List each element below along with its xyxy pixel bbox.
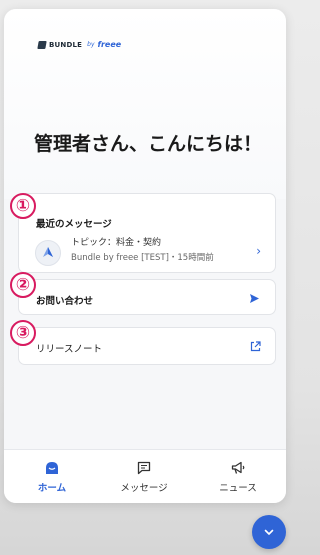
tab-bar: ホーム メッセージ ニュース bbox=[4, 449, 286, 503]
recent-messages-card: 最近のメッセージ トピック：料金・契約 Bundle by freee [TES… bbox=[18, 193, 276, 273]
bundle-logo-mark bbox=[37, 40, 47, 49]
logo-freee-text: freee bbox=[97, 40, 122, 49]
send-icon bbox=[250, 294, 259, 303]
marker-2: ② bbox=[10, 272, 36, 298]
megaphone-icon bbox=[231, 461, 244, 474]
message-meta: Bundle by freee [TEST]・15時間前 bbox=[71, 253, 214, 263]
release-notes-label: リリースノート bbox=[36, 344, 103, 355]
recent-messages-title: 最近のメッセージ bbox=[36, 219, 112, 230]
contact-label: お問い合わせ bbox=[36, 296, 94, 307]
logo-bundle-text: BUNDLE bbox=[49, 40, 83, 49]
tab-news[interactable]: ニュース bbox=[198, 450, 278, 503]
message-icon bbox=[137, 461, 151, 474]
chevron-right-icon: › bbox=[256, 244, 261, 258]
message-topic: トピック：料金・契約 bbox=[71, 238, 162, 248]
home-icon bbox=[46, 461, 58, 474]
marker-1: ① bbox=[10, 193, 36, 219]
tab-home-label: ホーム bbox=[37, 482, 67, 494]
contact-button[interactable]: お問い合わせ bbox=[18, 279, 276, 315]
close-messenger-button[interactable] bbox=[252, 515, 286, 549]
logo-by-text: by bbox=[87, 41, 95, 48]
bundle-logo: BUNDLE by freee bbox=[37, 40, 122, 49]
marker-3: ③ bbox=[10, 320, 36, 346]
tab-messages-label: メッセージ bbox=[120, 482, 168, 494]
header: BUNDLE by freee 管理者さん、こんにちは！ bbox=[4, 9, 286, 199]
greeting-title: 管理者さん、こんにちは！ bbox=[34, 133, 263, 155]
tab-messages[interactable]: メッセージ bbox=[104, 450, 184, 503]
chevron-down-icon bbox=[264, 529, 274, 535]
messenger-panel: BUNDLE by freee 管理者さん、こんにちは！ 最近のメッセージ トピ… bbox=[4, 9, 286, 503]
tab-home[interactable]: ホーム bbox=[12, 450, 92, 503]
tab-news-label: ニュース bbox=[219, 482, 257, 494]
release-notes-link[interactable]: リリースノート bbox=[18, 327, 276, 365]
freee-avatar-icon bbox=[35, 240, 61, 266]
external-link-icon bbox=[250, 341, 261, 352]
